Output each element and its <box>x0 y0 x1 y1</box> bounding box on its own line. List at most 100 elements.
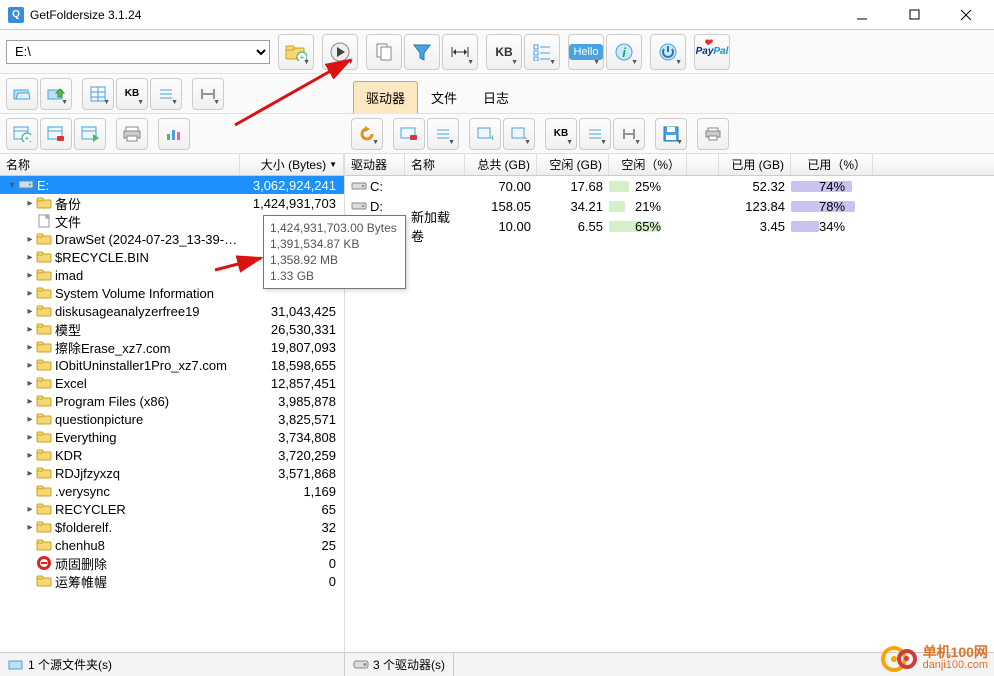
tab-file[interactable]: 文件 <box>418 81 470 114</box>
dropdown-arrow-icon: ▼ <box>524 139 531 146</box>
tree-expander[interactable]: ▸ <box>24 450 36 461</box>
col-total[interactable]: 总共 (GB) <box>465 154 537 175</box>
maximize-button[interactable] <box>894 3 934 27</box>
col-used[interactable]: 已用 (GB) <box>719 154 791 175</box>
list-right-button[interactable]: ▼ <box>579 118 611 150</box>
tree-size: 26,530,331 <box>238 322 338 337</box>
list-view-button[interactable]: ▼ <box>150 78 182 110</box>
col-spacer <box>687 154 719 175</box>
drive-row[interactable]: C:70.0017.6825%52.3274% <box>345 176 994 196</box>
power-button[interactable]: ▼ <box>650 34 686 70</box>
list-view-right-button[interactable]: ▼ <box>427 118 459 150</box>
tree-row[interactable]: ▸diskusageanalyzerfree1931,043,425 <box>0 302 344 320</box>
tree-row[interactable]: ▾E:3,062,924,241 <box>0 176 344 194</box>
dropdown-arrow-icon: ▼ <box>593 59 600 66</box>
refresh-button[interactable]: ▼ <box>351 118 383 150</box>
delete-view-button[interactable] <box>393 118 425 150</box>
path-combo[interactable]: E:\ <box>6 40 270 64</box>
tree-row[interactable]: ▸Excel12,857,451 <box>0 374 344 392</box>
tree-expander[interactable]: ▸ <box>24 414 36 425</box>
left-column-headers: 名称 大小 (Bytes)▼ <box>0 154 344 176</box>
tree-size: 12,857,451 <box>238 376 338 391</box>
copy-button[interactable] <box>366 34 402 70</box>
tree-expander[interactable]: ▸ <box>24 468 36 479</box>
tree-expander[interactable]: ▸ <box>24 342 36 353</box>
tree-row[interactable]: 顽固删除0 <box>0 554 344 572</box>
unit-kb-button[interactable]: KB ▼ <box>486 34 522 70</box>
tree-row[interactable]: 运筹帷幄0 <box>0 572 344 590</box>
list-grid-button[interactable]: ▼ <box>82 78 114 110</box>
tree-row[interactable]: ▸IObitUninstaller1Pro_xz7.com18,598,655 <box>0 356 344 374</box>
fit-width-sub-button[interactable]: ▼ <box>192 78 224 110</box>
tree-row[interactable]: ▸Everything3,734,808 <box>0 428 344 446</box>
tree-row[interactable]: ▸Program Files (x86)3,985,878 <box>0 392 344 410</box>
chart-button[interactable] <box>158 118 190 150</box>
fit-width-button[interactable]: ▼ <box>442 34 478 70</box>
add-view-button[interactable]: + <box>6 118 38 150</box>
tree-row[interactable]: chenhu825 <box>0 536 344 554</box>
drive-table[interactable]: C:70.0017.6825%52.3274%D:158.0534.2121%1… <box>345 176 994 236</box>
dropdown-arrow-icon: ▼ <box>600 139 607 146</box>
paypal-button[interactable]: ❤PayPal <box>694 34 730 70</box>
folder-open-action-button[interactable] <box>6 78 38 110</box>
tree-expander[interactable]: ▸ <box>24 234 36 245</box>
tree-row[interactable]: ▸备份1,424,931,703 <box>0 194 344 212</box>
unit-kb-right-button[interactable]: KB▼ <box>545 118 577 150</box>
dropdown-arrow-icon: ▼ <box>448 139 455 146</box>
tree-expander[interactable]: ▸ <box>24 252 36 263</box>
tree-row[interactable]: ▸RECYCLER65 <box>0 500 344 518</box>
tab-log[interactable]: 日志 <box>470 81 522 114</box>
tree-row[interactable]: ▸模型26,530,331 <box>0 320 344 338</box>
tree-row[interactable]: .verysync1,169 <box>0 482 344 500</box>
info-button[interactable]: i ▼ <box>606 34 642 70</box>
sort-desc-icon: ▼ <box>329 160 337 169</box>
tree-row[interactable]: ▸擦除Erase_xz7.com19,807,093 <box>0 338 344 356</box>
tree-expander[interactable]: ▾ <box>6 180 18 191</box>
tree-size: 3,062,924,241 <box>238 178 338 193</box>
col-drive-name[interactable]: 名称 <box>405 154 465 175</box>
print-right-button[interactable] <box>697 118 729 150</box>
col-used-pct[interactable]: 已用（%） <box>791 154 873 175</box>
tree-expander[interactable]: ▸ <box>24 378 36 389</box>
grid-add-right-button[interactable]: + <box>469 118 501 150</box>
tree-expander[interactable]: ▸ <box>24 504 36 515</box>
filter-button[interactable] <box>404 34 440 70</box>
col-name[interactable]: 名称 <box>0 154 240 175</box>
col-free[interactable]: 空闲 (GB) <box>537 154 609 175</box>
folder-status-icon <box>8 659 24 671</box>
tree-row[interactable]: ▸$folderelf.32 <box>0 518 344 536</box>
scan-button[interactable]: ▼ <box>322 34 358 70</box>
tree-expander[interactable]: ▸ <box>24 306 36 317</box>
open-folder-button[interactable]: + ▼ <box>278 34 314 70</box>
tree-expander[interactable]: ▸ <box>24 270 36 281</box>
folder-up-button[interactable]: ▼ <box>40 78 72 110</box>
tree-row[interactable]: ▸questionpicture3,825,571 <box>0 410 344 428</box>
fit-right-button[interactable]: ▼ <box>613 118 645 150</box>
tree-expander[interactable]: ▸ <box>24 324 36 335</box>
tree-expander[interactable]: ▸ <box>24 396 36 407</box>
drive-row[interactable]: 新加载卷10.006.5565%3.4534% <box>345 216 994 236</box>
save-button[interactable]: ▼ <box>655 118 687 150</box>
tree-expander[interactable]: ▸ <box>24 288 36 299</box>
svg-text:i: i <box>622 45 626 60</box>
tree-row[interactable]: ▸RDJjfzyxzq3,571,868 <box>0 464 344 482</box>
tab-drive[interactable]: 驱动器 <box>353 81 418 114</box>
tree-size: 1,424,931,703 <box>238 196 338 211</box>
tree-row[interactable]: ▸KDR3,720,259 <box>0 446 344 464</box>
remove-view-button[interactable] <box>40 118 72 150</box>
unit-kb-sub-button[interactable]: KB▼ <box>116 78 148 110</box>
minimize-button[interactable] <box>842 3 882 27</box>
col-size[interactable]: 大小 (Bytes)▼ <box>240 154 344 175</box>
close-button[interactable] <box>946 3 986 27</box>
export-view-button[interactable] <box>74 118 106 150</box>
col-drive[interactable]: 驱动器 <box>345 154 405 175</box>
print-button[interactable] <box>116 118 148 150</box>
tree-expander[interactable]: ▸ <box>24 522 36 533</box>
grid-minus-right-button[interactable]: −▼ <box>503 118 535 150</box>
tree-expander[interactable]: ▸ <box>24 360 36 371</box>
tree-expander[interactable]: ▸ <box>24 432 36 443</box>
tree-expander[interactable]: ▸ <box>24 198 36 209</box>
hello-button[interactable]: Hello ▼ <box>568 34 604 70</box>
options-button[interactable]: ▼ <box>524 34 560 70</box>
col-free-pct[interactable]: 空闲（%） <box>609 154 687 175</box>
